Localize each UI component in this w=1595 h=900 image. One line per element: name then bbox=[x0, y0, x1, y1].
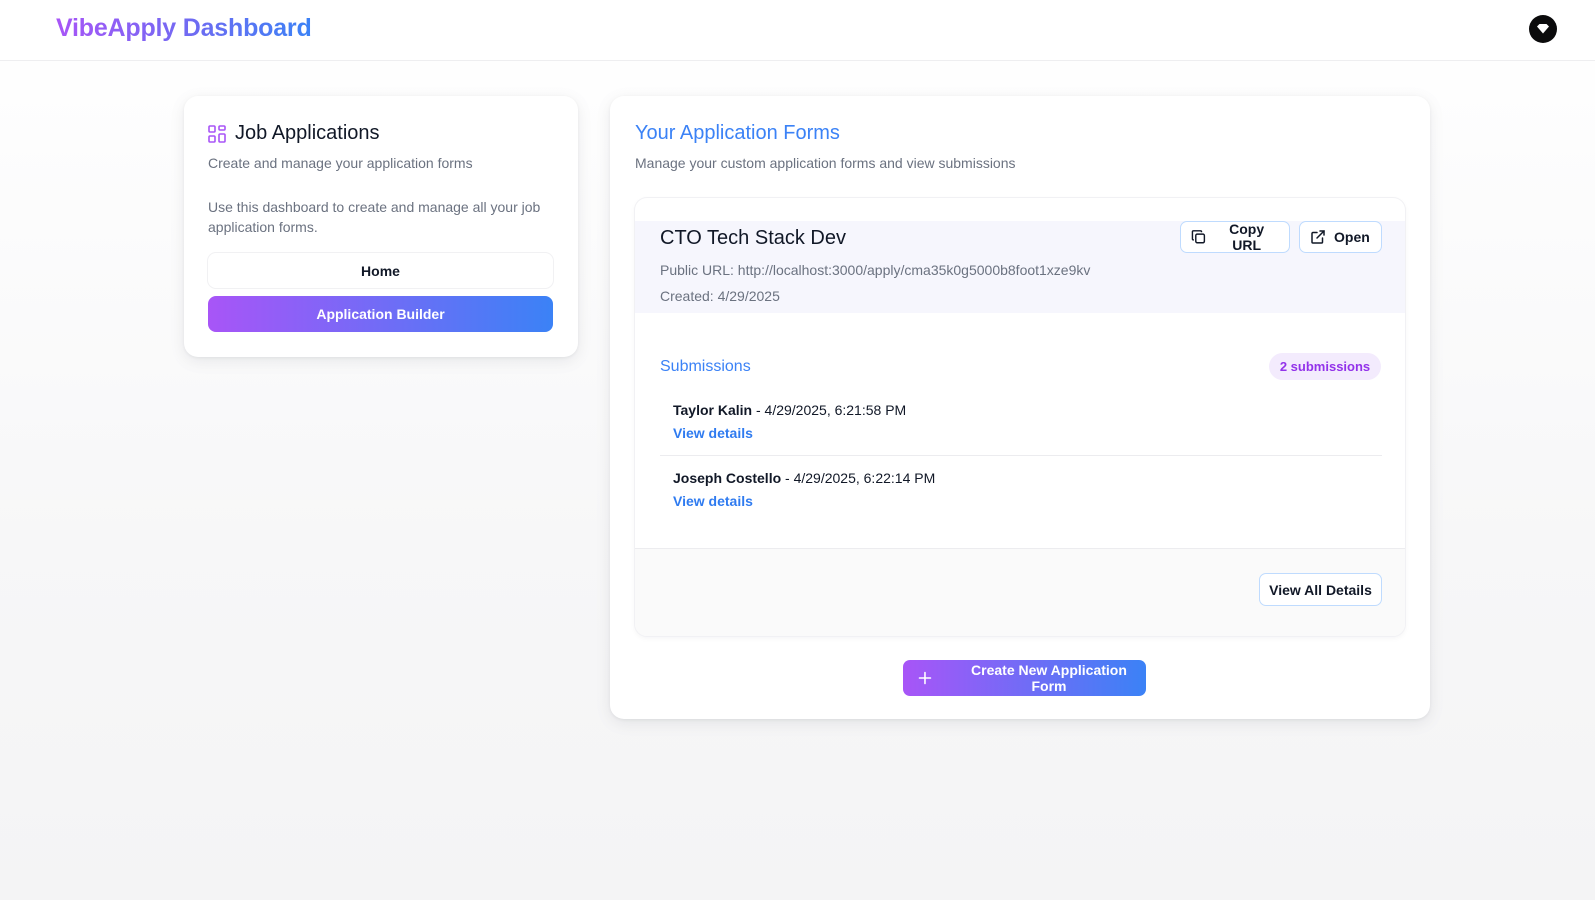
copy-icon bbox=[1191, 230, 1206, 244]
form-card-header: CTO Tech Stack Dev Public URL: http://lo… bbox=[635, 221, 1405, 313]
submission-item: Joseph Costello - 4/29/2025, 6:22:14 PM … bbox=[660, 456, 1382, 524]
job-applications-card: Job Applications Create and manage your … bbox=[184, 96, 578, 357]
submissions-title: Submissions bbox=[660, 358, 751, 375]
view-details-link[interactable]: View details bbox=[673, 493, 753, 509]
public-url: Public URL: http://localhost:3000/apply/… bbox=[660, 262, 1091, 278]
application-forms-card: Your Application Forms Manage your custo… bbox=[610, 96, 1430, 719]
card-title: Job Applications bbox=[235, 122, 380, 144]
application-builder-button[interactable]: Application Builder bbox=[208, 296, 553, 332]
open-button[interactable]: Open bbox=[1299, 221, 1382, 253]
copy-url-label: Copy URL bbox=[1229, 221, 1265, 253]
form-card: CTO Tech Stack Dev Public URL: http://lo… bbox=[635, 198, 1405, 636]
view-all-details-button[interactable]: View All Details bbox=[1259, 573, 1382, 606]
form-card-footer: View All Details bbox=[635, 548, 1405, 636]
create-new-form-button[interactable]: Create New Application Form bbox=[903, 660, 1146, 696]
home-button[interactable]: Home bbox=[208, 253, 553, 288]
submissions-count-badge: 2 submissions bbox=[1269, 353, 1381, 380]
view-details-link[interactable]: View details bbox=[673, 425, 753, 441]
section-title: Your Application Forms bbox=[635, 122, 840, 144]
user-avatar[interactable] bbox=[1529, 15, 1557, 43]
app-title: VibeApply Dashboard bbox=[56, 14, 312, 42]
created-date: Created: 4/29/2025 bbox=[660, 288, 780, 304]
heart-icon bbox=[1537, 24, 1549, 34]
copy-url-button[interactable]: Copy URL bbox=[1180, 221, 1290, 253]
card-header: Job Applications bbox=[208, 122, 380, 145]
create-new-form-label: Create New Application Form bbox=[971, 662, 1127, 694]
layout-grid-icon bbox=[208, 124, 226, 143]
submission-item: Taylor Kalin - 4/29/2025, 6:21:58 PM Vie… bbox=[660, 388, 1382, 456]
submission-timestamp: - 4/29/2025, 6:21:58 PM bbox=[752, 402, 907, 418]
form-name: CTO Tech Stack Dev bbox=[660, 227, 846, 249]
external-link-icon bbox=[1311, 230, 1325, 244]
card-description: Use this dashboard to create and manage … bbox=[208, 199, 541, 235]
top-bar: VibeApply Dashboard bbox=[0, 0, 1595, 61]
plus-icon bbox=[918, 671, 932, 685]
section-subtitle: Manage your custom application forms and… bbox=[635, 155, 1016, 171]
card-subtitle: Create and manage your application forms bbox=[208, 155, 473, 171]
submission-timestamp: - 4/29/2025, 6:22:14 PM bbox=[781, 470, 936, 486]
open-label: Open bbox=[1334, 229, 1370, 245]
submitter-name: Taylor Kalin bbox=[673, 402, 753, 418]
submitter-name: Joseph Costello bbox=[673, 470, 782, 486]
